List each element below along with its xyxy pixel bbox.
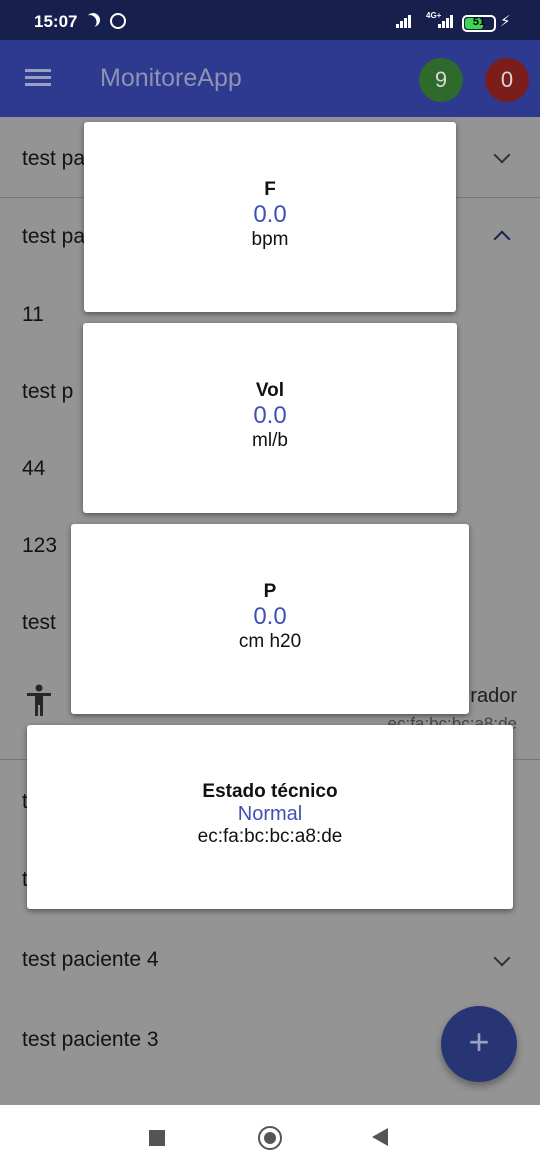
card-title: P (263, 581, 277, 602)
signal-icon (396, 14, 416, 28)
status-time: 15:07 (34, 12, 78, 31)
card-value: 0.0 (253, 201, 287, 228)
signal-icon (438, 14, 458, 28)
status-value: Normal (237, 803, 303, 825)
red-count-badge[interactable]: 0 (485, 58, 529, 102)
app-title: MonitoreApp (100, 64, 242, 92)
card-unit: ml/b (252, 430, 288, 451)
hamburger-icon[interactable] (25, 69, 51, 87)
card-title: Estado técnico (202, 781, 338, 802)
charging-icon: ⚡ (500, 13, 511, 30)
alarm-icon (110, 13, 126, 29)
battery-level: 51 (472, 16, 486, 28)
card-value: 0.0 (253, 402, 287, 429)
add-button[interactable]: + (441, 1006, 517, 1082)
plus-icon: + (468, 1021, 490, 1062)
nav-recents-icon[interactable] (149, 1130, 165, 1146)
card-value: 0.0 (253, 603, 287, 630)
pressure-card: P 0.0 cm h20 (71, 524, 469, 714)
green-count-badge[interactable]: 9 (419, 58, 463, 102)
card-title: F (264, 179, 276, 200)
card-unit: bpm (251, 229, 289, 250)
nav-back-icon[interactable] (372, 1128, 388, 1146)
mac-address: ec:fa:bc:bc:a8:de (197, 826, 343, 847)
app-bar: MonitoreApp 9 0 (0, 40, 540, 117)
system-nav-bar (0, 1105, 540, 1170)
volume-card: Vol 0.0 ml/b (83, 323, 457, 513)
frequency-card: F 0.0 bpm (84, 122, 456, 312)
status-bar: 15:07 4G+ 51 ⚡ (0, 0, 540, 40)
technical-status-card: Estado técnico Normal ec:fa:bc:bc:a8:de (27, 725, 513, 909)
card-unit: cm h20 (238, 631, 302, 652)
nav-home-icon[interactable] (258, 1126, 282, 1150)
battery-icon: 51 (462, 15, 496, 32)
card-title: Vol (255, 380, 285, 401)
moon-icon (83, 10, 102, 29)
